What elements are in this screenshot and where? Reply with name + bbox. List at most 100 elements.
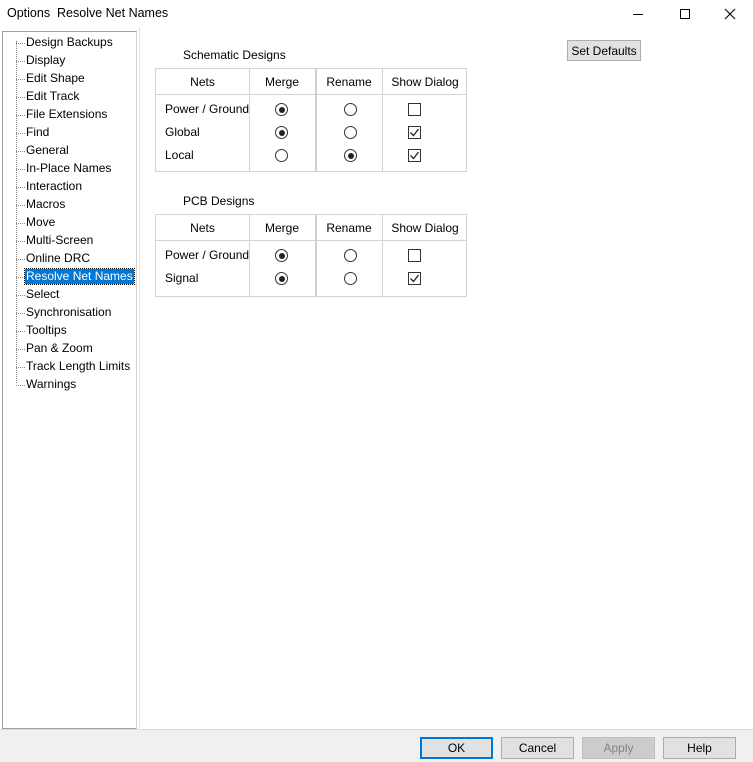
grid-header-divider — [156, 94, 466, 95]
show-dialog-checkbox[interactable] — [408, 103, 421, 116]
rename-radio[interactable] — [344, 103, 357, 116]
tree-connector — [16, 61, 25, 62]
tree-item-label: Macros — [26, 197, 66, 211]
show-dialog-checkbox[interactable] — [408, 126, 421, 139]
net-row-label: Power / Ground — [165, 248, 250, 262]
tree-item-display[interactable]: Display — [3, 52, 136, 70]
tree-item-edit-shape[interactable]: Edit Shape — [3, 70, 136, 88]
tree-item-label: Edit Track — [26, 89, 80, 103]
net-row-label: Local — [165, 148, 194, 162]
pcb-designs-title: PCB Designs — [183, 194, 255, 208]
rename-radio[interactable] — [344, 126, 357, 139]
schematic-nets-grid: Nets Merge Rename Show Dialog Power / Gr… — [155, 68, 467, 172]
tree-item-interaction[interactable]: Interaction — [3, 178, 136, 196]
tree-connector — [16, 115, 25, 116]
net-row-label: Global — [165, 125, 200, 139]
dialog-footer: OK Cancel Apply Help — [0, 729, 753, 762]
checkmark-icon — [410, 128, 420, 137]
tree-connector — [16, 151, 25, 152]
tree-item-label: Warnings — [26, 377, 77, 391]
ok-button[interactable]: OK — [420, 737, 493, 759]
maximize-button[interactable] — [662, 0, 708, 28]
tree-item-label: Pan & Zoom — [26, 341, 93, 355]
close-icon — [724, 8, 736, 20]
tree-connector — [16, 259, 25, 260]
grid-header-divider — [156, 240, 466, 241]
pcb-nets-grid: Nets Merge Rename Show Dialog Power / Gr… — [155, 214, 467, 297]
tree-connector — [16, 79, 25, 80]
tree-item-label: General — [26, 143, 69, 157]
tree-item-track-length-limits[interactable]: Track Length Limits — [3, 358, 136, 376]
tree-item-label: Online DRC — [26, 251, 91, 265]
tree-item-online-drc[interactable]: Online DRC — [3, 250, 136, 268]
tree-item-in-place-names[interactable]: In-Place Names — [3, 160, 136, 178]
help-button[interactable]: Help — [663, 737, 736, 759]
col-header-rename: Rename — [326, 221, 372, 235]
tree-item-synchronisation[interactable]: Synchronisation — [3, 304, 136, 322]
close-button[interactable] — [707, 0, 753, 28]
tree-item-label: Resolve Net Names — [24, 268, 135, 285]
tree-connector — [16, 385, 25, 386]
merge-radio[interactable] — [275, 272, 288, 285]
rename-radio[interactable] — [344, 249, 357, 262]
tree-connector — [16, 97, 25, 98]
tree-item-macros[interactable]: Macros — [3, 196, 136, 214]
tree-connector — [16, 349, 25, 350]
tree-item-label: Display — [26, 53, 66, 67]
col-header-show-dialog: Show Dialog — [391, 75, 459, 89]
show-dialog-checkbox[interactable] — [408, 149, 421, 162]
col-header-nets: Nets — [190, 75, 215, 89]
col-header-merge: Merge — [264, 221, 299, 235]
tree-connector — [16, 367, 25, 368]
rename-radio[interactable] — [344, 149, 357, 162]
tree-item-pan-zoom[interactable]: Pan & Zoom — [3, 340, 136, 358]
merge-radio[interactable] — [275, 149, 288, 162]
schematic-designs-title: Schematic Designs — [183, 48, 286, 62]
tree-item-general[interactable]: General — [3, 142, 136, 160]
set-defaults-button[interactable]: Set Defaults — [567, 40, 641, 61]
col-header-merge: Merge — [264, 75, 299, 89]
net-row-label: Signal — [165, 271, 199, 285]
tree-connector — [16, 331, 25, 332]
cancel-button[interactable]: Cancel — [501, 737, 574, 759]
tree-connector — [16, 187, 25, 188]
apply-button[interactable]: Apply — [582, 737, 655, 759]
maximize-icon — [680, 9, 690, 19]
options-tree[interactable]: Design Backups Display Edit Shape Edit Trac… — [2, 31, 137, 729]
tree-item-find[interactable]: Find — [3, 124, 136, 142]
tree-connector — [16, 241, 25, 242]
tree-connector — [16, 295, 25, 296]
tree-item-move[interactable]: Move — [3, 214, 136, 232]
tree-item-label: Multi-Screen — [26, 233, 94, 247]
tree-item-label: Synchronisation — [26, 305, 112, 319]
tree-connector — [16, 277, 25, 278]
tree-item-select[interactable]: Select — [3, 286, 136, 304]
tree-item-label: Find — [26, 125, 50, 139]
minimize-icon — [633, 14, 643, 15]
tree-connector — [16, 313, 25, 314]
tree-item-edit-track[interactable]: Edit Track — [3, 88, 136, 106]
tree-item-label: Track Length Limits — [26, 359, 131, 373]
merge-radio[interactable] — [275, 126, 288, 139]
show-dialog-checkbox[interactable] — [408, 249, 421, 262]
merge-radio[interactable] — [275, 103, 288, 116]
tree-connector — [16, 43, 25, 44]
show-dialog-checkbox[interactable] — [408, 272, 421, 285]
tree-item-label: Design Backups — [26, 35, 113, 49]
tree-connector — [16, 169, 25, 170]
tree-connector — [16, 223, 25, 224]
tree-connector — [16, 133, 25, 134]
tree-item-tooltips[interactable]: Tooltips — [3, 322, 136, 340]
merge-radio[interactable] — [275, 249, 288, 262]
tree-item-file-extensions[interactable]: File Extensions — [3, 106, 136, 124]
tree-item-label: Tooltips — [26, 323, 67, 337]
tree-item-label: In-Place Names — [26, 161, 112, 175]
tree-item-label: File Extensions — [26, 107, 108, 121]
tree-item-multi-screen[interactable]: Multi-Screen — [3, 232, 136, 250]
minimize-button[interactable] — [615, 0, 661, 28]
tree-item-warnings[interactable]: Warnings — [3, 376, 136, 394]
tree-item-resolve-net-names[interactable]: Resolve Net Names — [3, 268, 136, 286]
tree-item-design-backups[interactable]: Design Backups — [3, 34, 136, 52]
tree-item-label: Interaction — [26, 179, 83, 193]
rename-radio[interactable] — [344, 272, 357, 285]
